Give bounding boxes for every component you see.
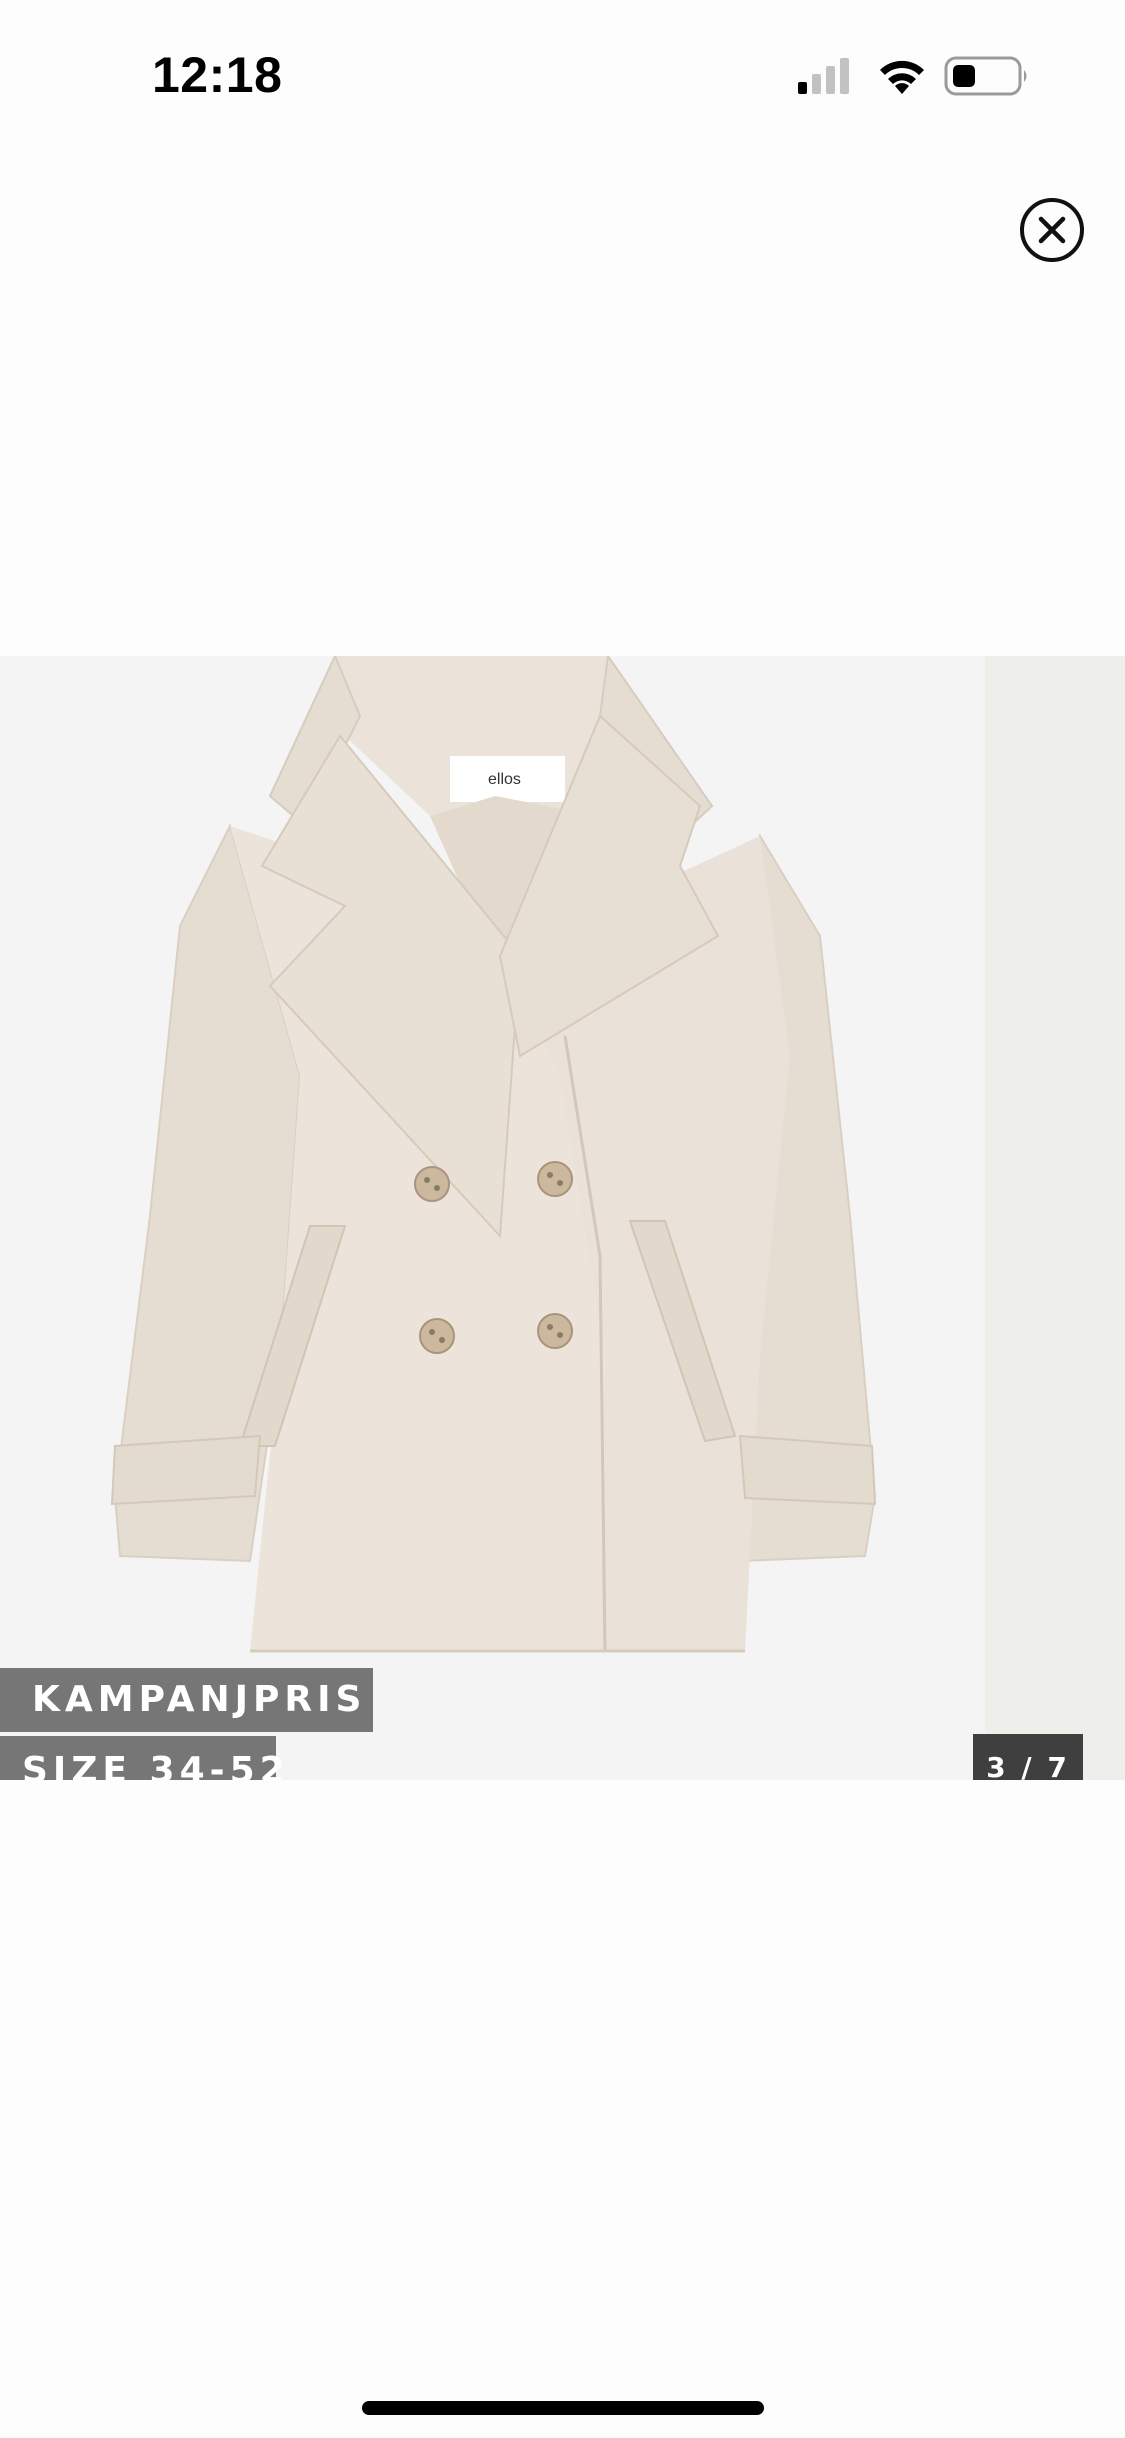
wifi-icon	[880, 60, 924, 94]
campaign-price-badge: KAMPANJPRIS	[0, 1668, 373, 1732]
product-image-viewer: 12:18 ellos KAMPANJPRIS SIZE 34-52 3 / 7	[0, 0, 1125, 2438]
size-range-badge: SIZE 34-52	[0, 1736, 285, 1780]
image-gallery[interactable]: ellos KAMPANJPRIS SIZE 34-52 3 / 7	[0, 656, 1125, 1780]
home-indicator[interactable]	[362, 2401, 764, 2415]
battery-icon	[944, 56, 1027, 96]
next-image-preview[interactable]	[985, 656, 1125, 1780]
status-bar: 12:18	[0, 0, 1125, 150]
status-time: 12:18	[152, 47, 283, 103]
brand-label: ellos	[488, 771, 521, 788]
close-button[interactable]	[1018, 196, 1086, 264]
product-image[interactable]: ellos	[0, 656, 985, 1780]
coat-illustration: ellos	[110, 656, 877, 1653]
cellular-signal-icon	[798, 58, 849, 94]
image-counter: 3 / 7	[973, 1734, 1083, 1780]
